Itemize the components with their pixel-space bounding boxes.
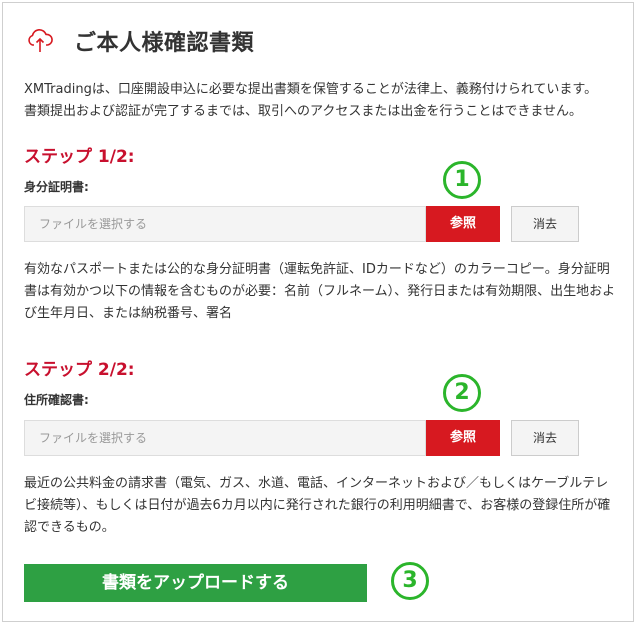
intro-text: XMTradingは、口座開設申込に必要な提出書類を保管することが法律上、義務付… — [24, 79, 624, 123]
id-document-browse-button[interactable]: 参照 — [426, 206, 500, 242]
address-document-label: 住所確認書: — [24, 393, 89, 407]
address-document-file-input[interactable]: ファイルを選択する — [24, 420, 426, 456]
address-document-description: 最近の公共料金の請求書（電気、ガス、水道、電話、インターネットおよび／もしくはケ… — [24, 476, 611, 535]
id-document-description: 有効なパスポートまたは公的な身分証明書（運転免許証、IDカードなど）のカラーコピ… — [24, 262, 616, 321]
step-marker-2: 2 — [443, 374, 481, 412]
upload-documents-button[interactable]: 書類をアップロードする — [24, 564, 367, 602]
step-marker-3: 3 — [391, 562, 429, 600]
step-2-heading: ステップ 2/2: — [24, 360, 135, 380]
page-title: ご本人様確認書類 — [74, 31, 255, 56]
step-marker-1: 1 — [443, 161, 481, 199]
address-document-browse-button[interactable]: 参照 — [426, 420, 500, 456]
step-1-heading: ステップ 1/2: — [24, 147, 135, 167]
id-document-label: 身分証明書: — [24, 180, 89, 194]
intro-line-2: 書類提出および認証が完了するまでは、取引へのアクセスまたは出金を行うことはできま… — [24, 104, 582, 119]
address-document-clear-button[interactable]: 消去 — [511, 420, 579, 456]
id-document-file-input[interactable]: ファイルを選択する — [24, 206, 426, 242]
cloud-upload-icon — [26, 26, 54, 54]
id-document-clear-button[interactable]: 消去 — [511, 206, 579, 242]
intro-line-1: XMTradingは、口座開設申込に必要な提出書類を保管することが法律上、義務付… — [24, 82, 598, 97]
